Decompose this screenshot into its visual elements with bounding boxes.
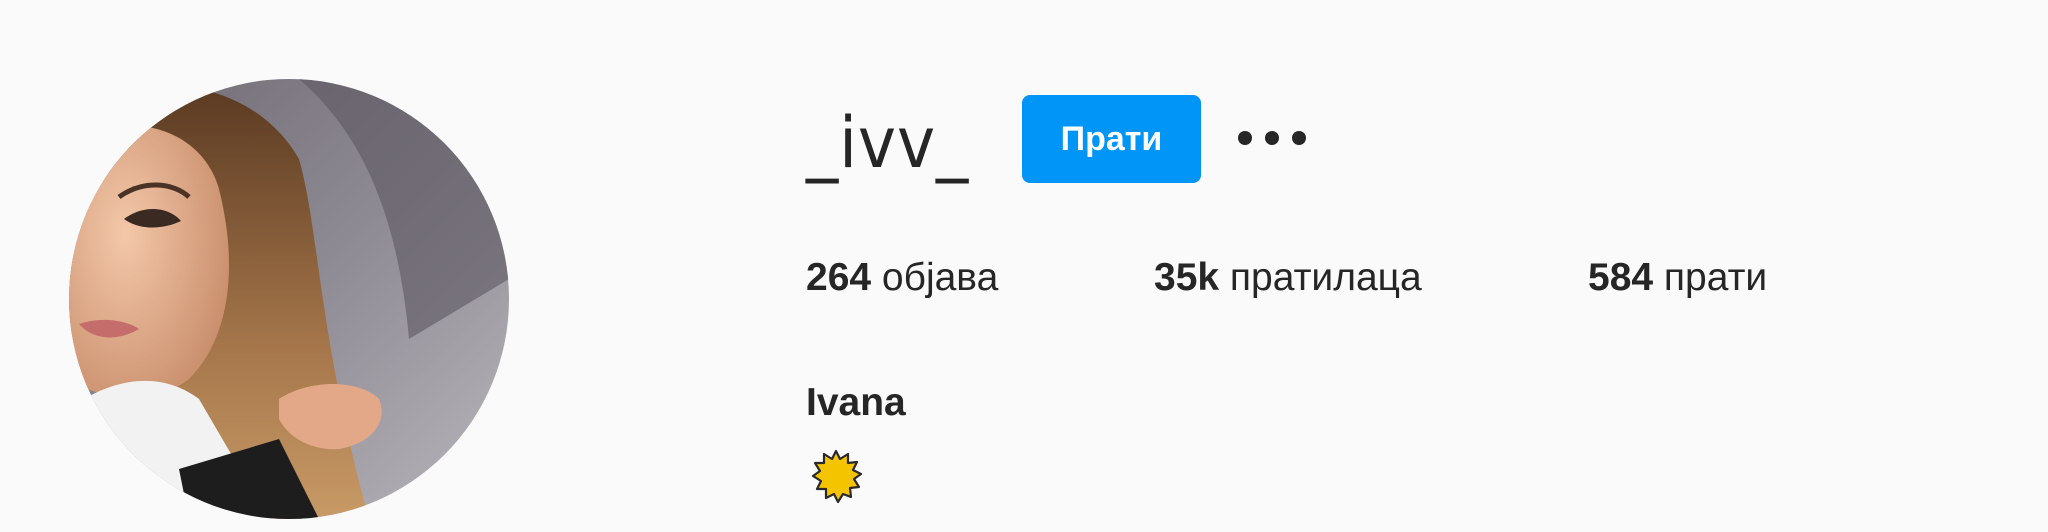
sun-icon bbox=[808, 448, 864, 504]
followers-count: 35k bbox=[1154, 256, 1220, 299]
following-stat[interactable]: 584 прати bbox=[1588, 258, 1767, 297]
more-dot-icon bbox=[1292, 131, 1306, 145]
more-dot-icon bbox=[1265, 131, 1279, 145]
profile-header: _ivv_ Прати 264 објава 35k пратилаца 584… bbox=[0, 0, 2048, 532]
more-options-button[interactable] bbox=[1238, 118, 1306, 158]
more-dot-icon bbox=[1238, 131, 1252, 145]
following-label: прати bbox=[1663, 256, 1768, 299]
profile-username: _ivv_ bbox=[806, 102, 970, 184]
followers-label: пратилаца bbox=[1229, 256, 1422, 299]
posts-label: објава bbox=[881, 256, 999, 299]
profile-full-name: Ivana bbox=[806, 381, 906, 424]
follow-button[interactable]: Прати bbox=[1022, 95, 1201, 183]
following-count: 584 bbox=[1588, 256, 1654, 299]
avatar-photo bbox=[69, 79, 509, 519]
posts-stat: 264 објава bbox=[806, 258, 998, 297]
profile-avatar[interactable] bbox=[69, 79, 509, 519]
followers-stat[interactable]: 35k пратилаца bbox=[1154, 258, 1422, 297]
posts-count: 264 bbox=[806, 256, 872, 299]
